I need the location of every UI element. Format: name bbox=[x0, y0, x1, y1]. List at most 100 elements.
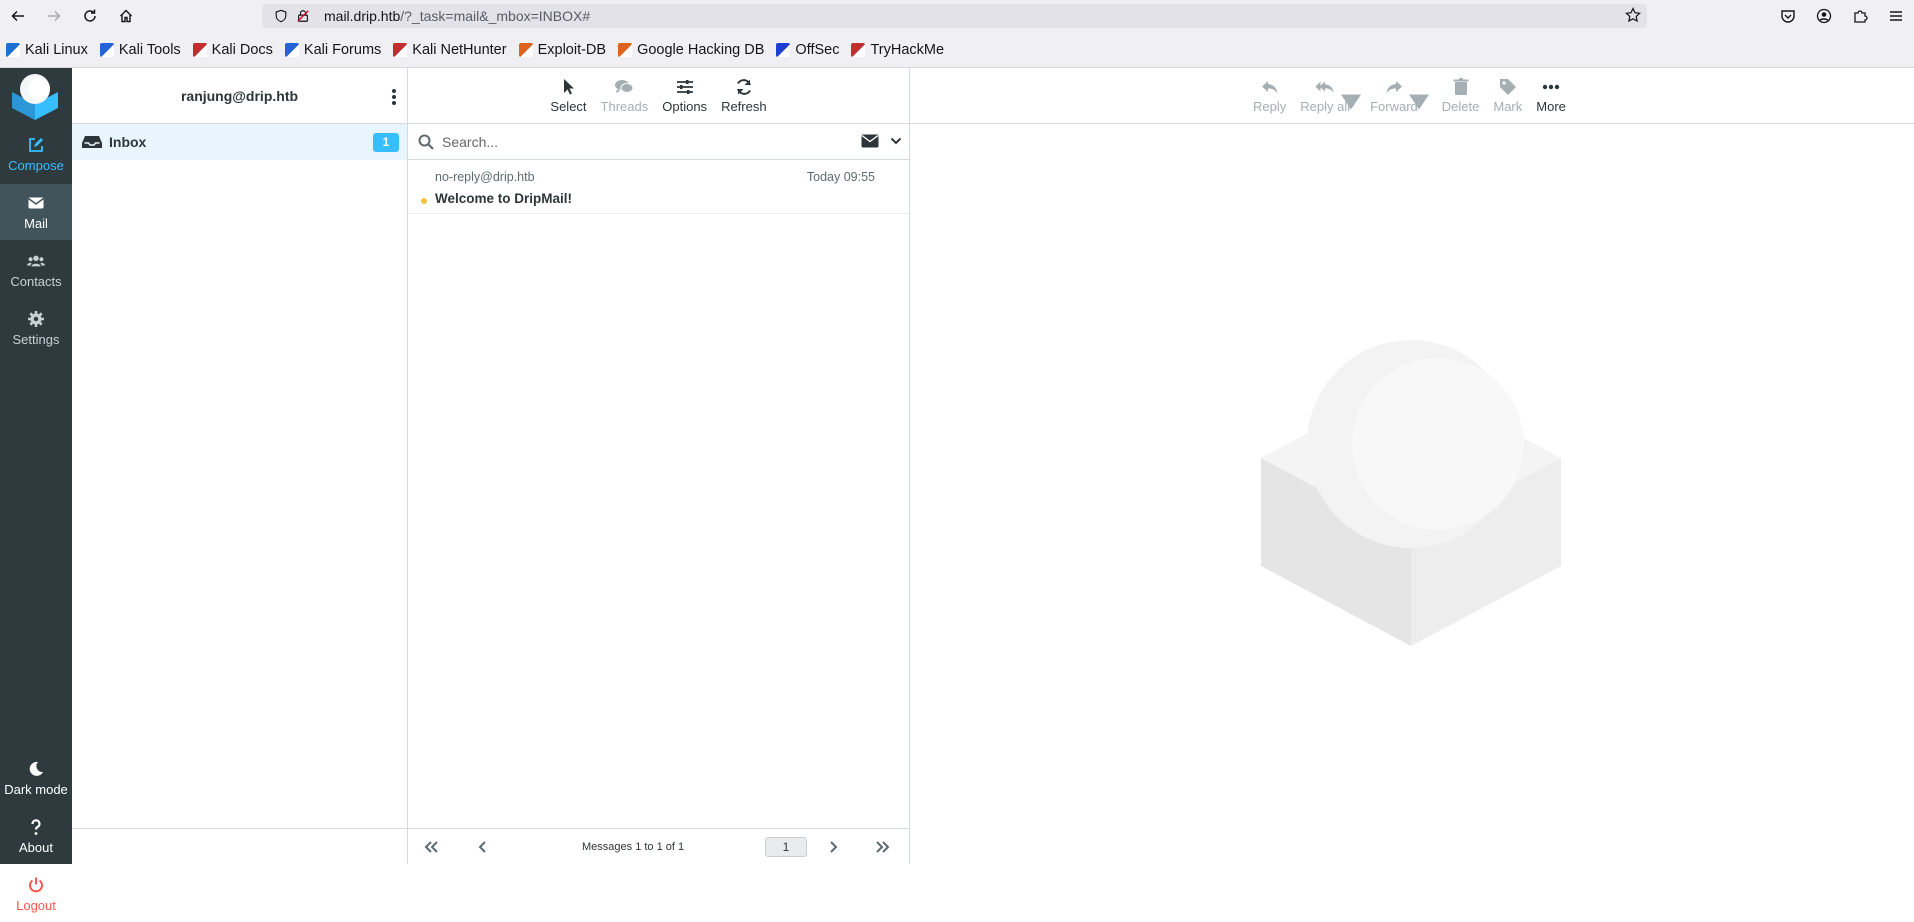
select-button[interactable]: Select bbox=[543, 68, 593, 123]
roundcube-logo[interactable] bbox=[8, 70, 62, 124]
bookmark-item[interactable]: Google Hacking DB bbox=[618, 42, 764, 58]
last-page-icon[interactable] bbox=[874, 839, 892, 855]
arrow-left-icon bbox=[11, 10, 24, 22]
shield-icon[interactable] bbox=[270, 4, 292, 28]
bookmark-label: Kali Tools bbox=[118, 41, 181, 58]
next-page-icon[interactable] bbox=[824, 839, 842, 855]
bookmark-item[interactable]: Kali NetHunter bbox=[393, 42, 507, 58]
app-menu-button[interactable] bbox=[1878, 0, 1914, 32]
message-from: no-reply@drip.htb bbox=[435, 170, 535, 184]
bookmark-item[interactable]: Kali Forums bbox=[284, 42, 381, 58]
bookmarks-bar: Kali Linux Kali Tools Kali Docs Kali Forums… bbox=[0, 32, 1914, 68]
bookmark-item[interactable]: Exploit-DB bbox=[518, 42, 606, 58]
message-row[interactable]: no-reply@drip.htb Today 09:55 Welcome to… bbox=[408, 160, 909, 214]
forward-dropdown-icon[interactable] bbox=[1408, 92, 1429, 112]
forward-button[interactable]: Forward bbox=[1363, 68, 1429, 123]
insecure-lock-icon[interactable] bbox=[292, 4, 314, 28]
message-toolbar: Reply Reply all Forward Delete Mark More bbox=[910, 68, 1914, 124]
bookmark-item[interactable]: OffSec bbox=[776, 42, 839, 58]
bookmark-star-icon[interactable] bbox=[1625, 7, 1641, 26]
question-icon bbox=[31, 818, 41, 835]
mail-button[interactable]: Mail bbox=[0, 184, 72, 240]
about-button[interactable]: About bbox=[0, 808, 72, 864]
page-number-input[interactable]: 1 bbox=[765, 837, 807, 857]
account-name: ranjung@drip.htb bbox=[180, 87, 299, 104]
bookmark-item[interactable]: Kali Docs bbox=[192, 42, 273, 58]
reply-label: Reply bbox=[1253, 99, 1287, 114]
url-text: mail.drip.htb/?_task=mail&_mbox=INBOX# bbox=[324, 8, 590, 24]
kebab-menu-icon[interactable] bbox=[389, 88, 399, 106]
select-label: Select bbox=[550, 99, 587, 114]
first-page-icon[interactable] bbox=[422, 839, 440, 855]
dark-mode-button[interactable]: Dark mode bbox=[0, 750, 72, 806]
extensions-button[interactable] bbox=[1842, 0, 1878, 32]
bookmark-item[interactable]: Kali Tools bbox=[99, 41, 181, 58]
reply-all-button[interactable]: Reply all bbox=[1293, 68, 1362, 123]
more-button[interactable]: More bbox=[1529, 68, 1573, 123]
reply-button[interactable]: Reply bbox=[1246, 68, 1293, 123]
reload-button[interactable] bbox=[72, 0, 108, 32]
url-host: mail.drip.htb bbox=[324, 8, 401, 24]
search-input[interactable] bbox=[442, 133, 842, 150]
pagination-bar: Messages 1 to 1 of 1 1 bbox=[408, 828, 909, 864]
compose-label: Compose bbox=[8, 157, 64, 173]
message-list-panel: Select Threads Options Refresh Search...… bbox=[408, 68, 910, 864]
sliders-icon bbox=[676, 80, 693, 94]
bookmark-favicon-icon bbox=[851, 42, 866, 57]
forward-button[interactable] bbox=[36, 0, 72, 32]
mark-label: Mark bbox=[1493, 99, 1523, 114]
bookmark-item[interactable]: TryHackMe bbox=[851, 42, 944, 58]
mark-button[interactable]: Mark bbox=[1486, 68, 1529, 123]
folder-item-inbox[interactable]: Inbox 1 bbox=[72, 124, 407, 160]
pocket-button[interactable] bbox=[1770, 0, 1806, 32]
url-bar[interactable]: mail.drip.htb/?_task=mail&_mbox=INBOX# bbox=[262, 4, 1647, 28]
back-button[interactable] bbox=[0, 0, 36, 32]
account-icon bbox=[1816, 8, 1832, 24]
bookmark-favicon-icon bbox=[618, 42, 633, 57]
account-button[interactable] bbox=[1806, 0, 1842, 32]
envelope-icon bbox=[28, 197, 44, 208]
task-menu: Compose Mail Contacts Settings Dark mode… bbox=[0, 68, 72, 913]
refresh-button[interactable]: Refresh bbox=[714, 68, 774, 123]
moon-icon bbox=[29, 761, 43, 776]
reload-icon bbox=[84, 9, 96, 22]
logout-label: Logout bbox=[16, 897, 56, 913]
pencil-square-icon bbox=[29, 137, 43, 152]
threads-label: Threads bbox=[600, 99, 649, 114]
trash-icon bbox=[1453, 78, 1469, 95]
folder-label: Inbox bbox=[109, 134, 147, 150]
message-content-panel: Reply Reply all Forward Delete Mark More bbox=[910, 68, 1914, 864]
bookmark-favicon-icon bbox=[393, 42, 408, 57]
options-button[interactable]: Options bbox=[655, 68, 714, 123]
roundcube-watermark-icon bbox=[1261, 340, 1561, 646]
contacts-button[interactable]: Contacts bbox=[0, 242, 72, 298]
more-label: More bbox=[1536, 99, 1566, 114]
roundcube-app: Compose Mail Contacts Settings Dark mode… bbox=[0, 68, 1914, 913]
gear-icon bbox=[28, 310, 44, 327]
tag-icon bbox=[1499, 79, 1516, 95]
compose-button[interactable]: Compose bbox=[0, 126, 72, 182]
browser-right-icons bbox=[1770, 0, 1914, 32]
reply-icon bbox=[1261, 81, 1278, 94]
bookmark-item[interactable]: Kali Linux bbox=[6, 42, 88, 58]
chevron-down-icon[interactable] bbox=[889, 134, 903, 148]
url-path: /?_task=mail&_mbox=INBOX# bbox=[400, 8, 591, 24]
envelope-filter-icon[interactable] bbox=[861, 134, 879, 148]
sync-icon bbox=[736, 79, 751, 95]
reply-all-dropdown-icon[interactable] bbox=[1341, 92, 1362, 112]
unread-indicator[interactable] bbox=[421, 198, 427, 204]
previous-page-icon[interactable] bbox=[474, 839, 492, 855]
contacts-label: Contacts bbox=[10, 273, 62, 289]
threads-button[interactable]: Threads bbox=[594, 68, 656, 123]
folder-footer bbox=[72, 828, 407, 864]
home-button[interactable] bbox=[108, 0, 144, 32]
message-count-text: Messages 1 to 1 of 1 bbox=[582, 841, 685, 853]
search-icon[interactable] bbox=[418, 134, 434, 150]
pocket-icon bbox=[1781, 10, 1795, 23]
delete-button[interactable]: Delete bbox=[1435, 68, 1487, 123]
settings-button[interactable]: Settings bbox=[0, 300, 72, 356]
refresh-label: Refresh bbox=[721, 99, 767, 114]
unread-count-badge: 1 bbox=[373, 133, 399, 152]
logout-button[interactable]: Logout bbox=[0, 866, 72, 922]
list-toolbar: Select Threads Options Refresh bbox=[408, 68, 909, 124]
